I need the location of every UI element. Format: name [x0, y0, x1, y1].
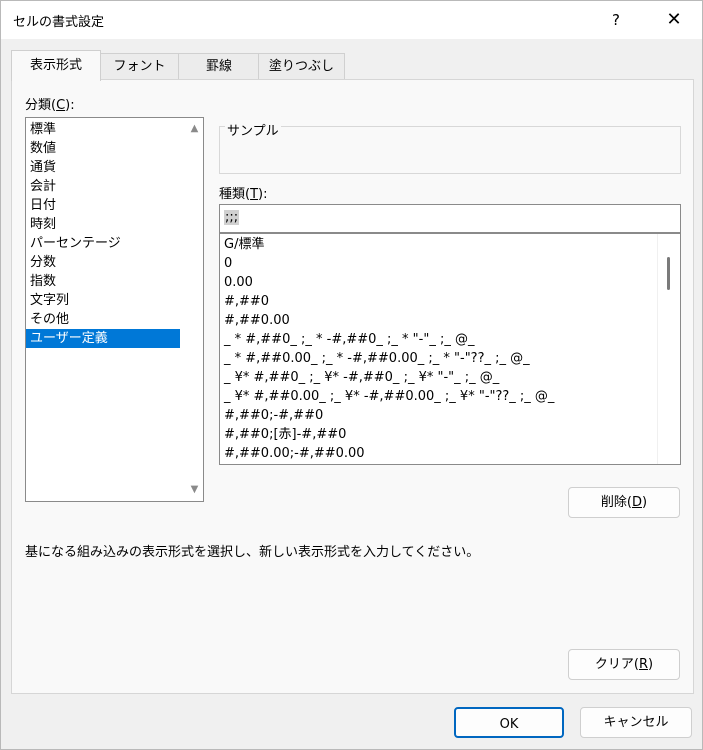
- category-item[interactable]: 数値: [26, 139, 180, 158]
- category-item[interactable]: ユーザー定義: [26, 329, 180, 348]
- format-item[interactable]: #,##0.00: [220, 311, 680, 330]
- cancel-button[interactable]: キャンセル: [580, 707, 692, 738]
- format-scrollbar[interactable]: [657, 234, 680, 464]
- category-list[interactable]: 標準 数値 通貨 会計 日付 時刻 パーセンテージ 分数 指数 文字列 その他 ユーザー定義 ▲ ▼: [25, 117, 204, 502]
- format-item[interactable]: #,##0;[赤]-#,##0: [220, 425, 680, 444]
- category-item[interactable]: 時刻: [26, 215, 180, 234]
- ok-button[interactable]: OK: [454, 707, 564, 738]
- category-item[interactable]: 会計: [26, 177, 180, 196]
- type-input[interactable]: ;;;: [219, 204, 681, 233]
- format-item[interactable]: #,##0;-#,##0: [220, 406, 680, 425]
- format-item[interactable]: _ ¥* #,##0_ ;_ ¥* -#,##0_ ;_ ¥* "-"_ ;_ …: [220, 368, 680, 387]
- window-title: セルの書式設定: [13, 15, 105, 30]
- category-item[interactable]: 日付: [26, 196, 180, 215]
- description-text: 基になる組み込みの表示形式を選択し、新しい表示形式を入力してください。: [25, 545, 480, 560]
- format-item[interactable]: _ * #,##0_ ;_ * -#,##0_ ;_ * "-"_ ;_ @_: [220, 330, 680, 349]
- format-item[interactable]: 0: [220, 254, 680, 273]
- format-item[interactable]: #,##0: [220, 292, 680, 311]
- category-item[interactable]: 指数: [26, 272, 180, 291]
- category-item[interactable]: 通貨: [26, 158, 180, 177]
- number-format-panel: 分類(C): 標準 数値 通貨 会計 日付 時刻 パーセンテージ 分数 指数 文字列 その他 ユーザー…: [11, 79, 694, 694]
- type-label: 種類(T):: [219, 187, 268, 202]
- category-scrollbar[interactable]: ▲ ▼: [186, 118, 203, 501]
- format-item[interactable]: _ * #,##0.00_ ;_ * -#,##0.00_ ;_ * "-"??…: [220, 349, 680, 368]
- type-input-value: ;;;: [224, 210, 240, 225]
- scroll-up-icon[interactable]: ▲: [189, 123, 200, 134]
- delete-button[interactable]: 削除(D): [568, 487, 680, 518]
- category-item[interactable]: パーセンテージ: [26, 234, 180, 253]
- scroll-down-icon[interactable]: ▼: [189, 484, 200, 495]
- scrollbar-thumb[interactable]: [667, 257, 670, 290]
- tab-fill[interactable]: 塗りつぶし: [258, 53, 345, 80]
- format-list[interactable]: G/標準 0 0.00 #,##0 #,##0.00 _ * #,##0_ ;_ * -#…: [219, 233, 681, 465]
- category-item[interactable]: 標準: [26, 120, 180, 139]
- tab-border[interactable]: 罫線: [178, 53, 260, 80]
- sample-group: [219, 126, 681, 174]
- title-bar: セルの書式設定 ? ✕: [1, 1, 702, 39]
- category-item[interactable]: 分数: [26, 253, 180, 272]
- help-icon[interactable]: ?: [603, 7, 629, 33]
- close-icon[interactable]: ✕: [661, 7, 687, 33]
- category-item[interactable]: その他: [26, 310, 180, 329]
- format-item[interactable]: #,##0.00;-#,##0.00: [220, 444, 680, 463]
- sample-label: サンプル: [225, 120, 281, 139]
- format-item[interactable]: G/標準: [220, 235, 680, 254]
- category-item[interactable]: 文字列: [26, 291, 180, 310]
- tab-number-format[interactable]: 表示形式: [11, 50, 101, 81]
- category-label: 分類(C):: [25, 98, 75, 113]
- format-item[interactable]: _ ¥* #,##0.00_ ;_ ¥* -#,##0.00_ ;_ ¥* "-…: [220, 387, 680, 406]
- format-cells-dialog: セルの書式設定 ? ✕ 表示形式 フォント 罫線 塗りつぶし 分類(C): 標準…: [0, 0, 703, 750]
- format-item[interactable]: 0.00: [220, 273, 680, 292]
- clear-button[interactable]: クリア(R): [568, 649, 680, 680]
- tab-font[interactable]: フォント: [99, 53, 180, 80]
